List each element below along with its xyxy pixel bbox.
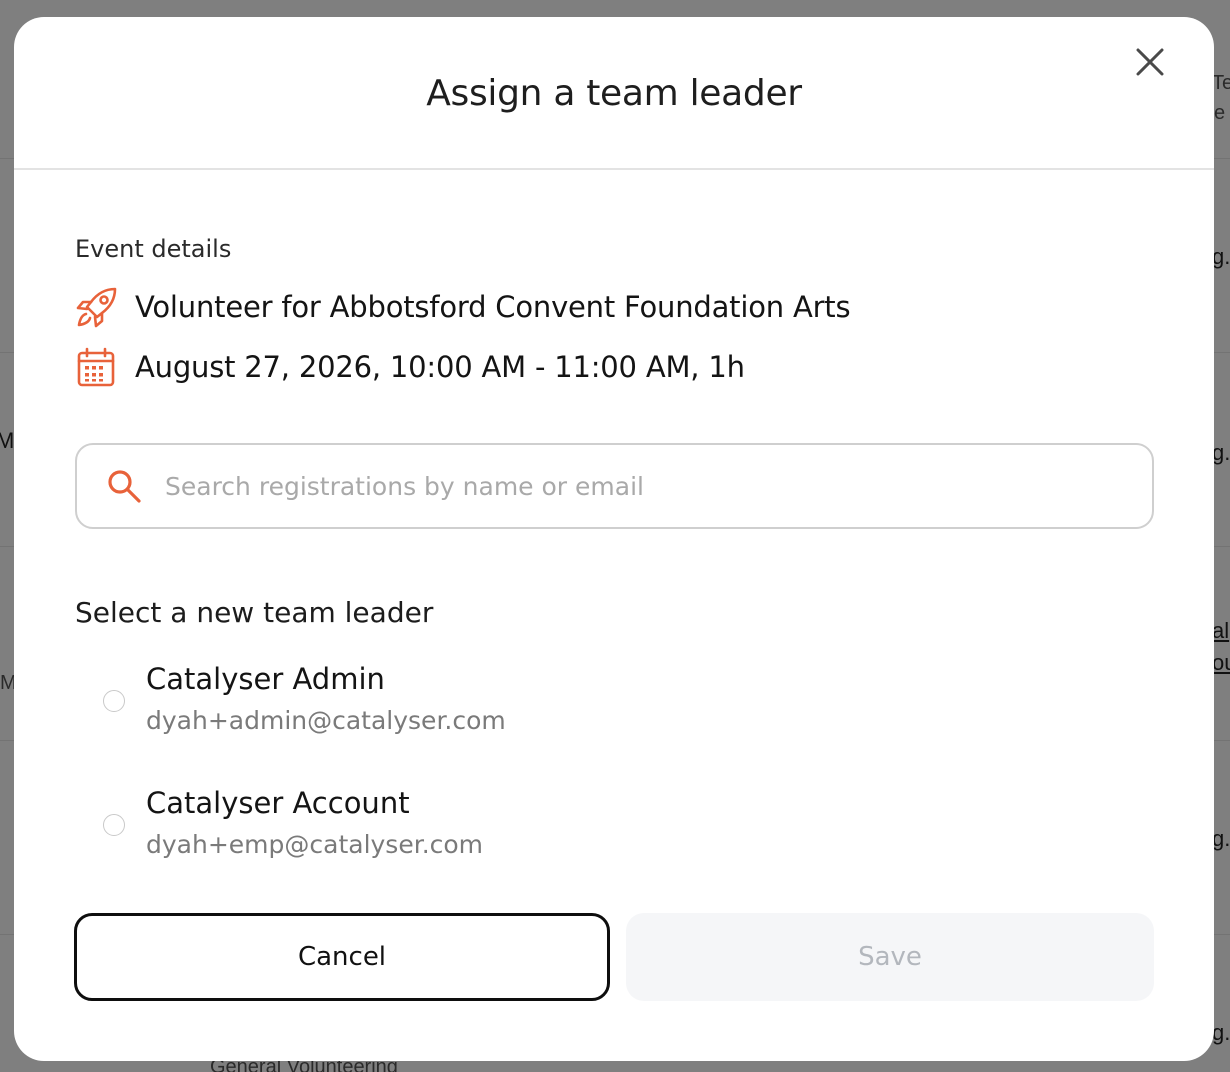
assign-team-leader-modal: Assign a team leader Event details Volun…: [14, 17, 1214, 1061]
event-datetime: August 27, 2026, 10:00 AM - 11:00 AM, 1h: [135, 350, 745, 384]
candidate-radio[interactable]: [103, 690, 125, 712]
candidate-email: dyah+emp@catalyser.com: [146, 830, 484, 859]
modal-header: Assign a team leader: [14, 17, 1214, 170]
candidate-email: dyah+admin@catalyser.com: [146, 706, 506, 735]
search-registrations-input[interactable]: [165, 456, 1115, 516]
event-details-label: Event details: [75, 235, 232, 263]
close-icon: [1136, 48, 1164, 76]
search-icon: [105, 467, 143, 505]
modal-title: Assign a team leader: [426, 73, 802, 114]
close-button[interactable]: [1132, 44, 1168, 80]
candidate-radio[interactable]: [103, 814, 125, 836]
event-datetime-row: August 27, 2026, 10:00 AM - 11:00 AM, 1h: [75, 345, 745, 389]
rocket-icon: [75, 285, 121, 329]
event-name-row: Volunteer for Abbotsford Convent Foundat…: [75, 285, 851, 329]
event-name: Volunteer for Abbotsford Convent Foundat…: [135, 290, 851, 324]
candidate-option[interactable]: Catalyser Admin dyah+admin@catalyser.com: [100, 662, 700, 752]
calendar-icon: [75, 345, 121, 389]
select-team-leader-heading: Select a new team leader: [75, 596, 434, 629]
save-button[interactable]: Save: [626, 913, 1154, 1001]
search-registrations-box[interactable]: [75, 443, 1154, 529]
cancel-button[interactable]: Cancel: [74, 913, 610, 1001]
candidate-name: Catalyser Account: [146, 786, 410, 820]
candidate-name: Catalyser Admin: [146, 662, 385, 696]
candidate-option[interactable]: Catalyser Account dyah+emp@catalyser.com: [100, 786, 700, 876]
